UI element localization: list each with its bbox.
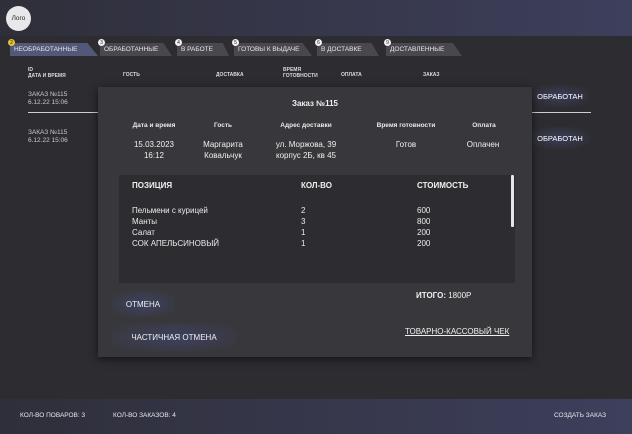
tab-unprocessed[interactable]: 2 НЕОБРАБОТАННЫЕ [8, 39, 98, 56]
column-header-guest: ГОСТЬ [123, 72, 140, 78]
cooks-count: КОЛ-ВО ПОВАРОВ: 3 [20, 412, 86, 419]
receipt-link[interactable]: ТОВАРНО-КАССОВЫЙ ЧЕК [405, 327, 509, 336]
modal-payment: Оплачен [466, 140, 500, 149]
tab-processed[interactable]: 3 ОБРАБОТАННЫЕ [98, 39, 172, 56]
table-row[interactable]: ЗАКАЗ №115 6.12.22 15:06 [28, 129, 68, 145]
processed-button[interactable]: ОБРАБОТАН [530, 85, 590, 107]
tab-label: ДОСТАВЛЕННЫЕ [390, 46, 445, 53]
tab-label: В РАБОТЕ [181, 46, 213, 53]
top-bar: Лого [0, 0, 632, 36]
create-order-button[interactable]: СОЗДАТЬ ЗАКАЗ [554, 412, 606, 419]
tab-label: ОБРАБОТАННЫЕ [104, 46, 159, 53]
modal-address: ул. Моржова, 39 корпус 2Б, кв 45 [275, 140, 337, 160]
order-datetime: 6.12.22 15:06 [28, 99, 68, 106]
tab-in-delivery[interactable]: 6 В ДОСТАВКЕ [315, 39, 379, 56]
list-item: Салат [132, 228, 155, 237]
items-header-position: ПОЗИЦИЯ [132, 181, 173, 190]
partial-cancel-button[interactable]: ЧАСТИЧНАЯ ОТМЕНА [112, 323, 236, 351]
column-header-datetime: ДАТА И ВРЕМЯ [28, 73, 66, 79]
tab-label: ГОТОВЫ К ВЫДАЧЕ [238, 46, 300, 53]
table-row[interactable]: ЗАКАЗ №115 6.12.22 15:06 [28, 91, 68, 107]
tab-count-badge: 5 [232, 39, 239, 46]
cancel-button[interactable]: ОТМЕНА [112, 291, 174, 317]
column-header-order: ЗАКАЗ [423, 72, 440, 78]
items-scrollbar[interactable] [511, 175, 514, 227]
logo[interactable]: Лого [6, 6, 31, 31]
modal-guest: Маргарита Ковальчук [203, 140, 243, 160]
order-id: ЗАКАЗ №115 [28, 91, 68, 98]
order-datetime: 6.12.22 15:06 [28, 137, 68, 144]
tab-count-badge: 4 [175, 39, 182, 46]
tab-label: В ДОСТАВКЕ [321, 46, 362, 53]
list-item: СОК АПЕЛЬСИНОВЫЙ [132, 239, 220, 248]
tab-count-badge: 3 [98, 39, 105, 46]
modal-header-payment: Оплата [472, 122, 496, 129]
total-label: ИТОГО: [416, 291, 446, 300]
tab-delivered[interactable]: 9 ДОСТАВЛЕННЫЕ [384, 39, 462, 56]
status-tabs: 2 НЕОБРАБОТАННЫЕ 3 ОБРАБОТАННЫЕ 4 В РАБО… [0, 39, 632, 56]
modal-datetime: 15.03.2023 16:12 [133, 140, 175, 160]
order-details-modal: Заказ №115 Дата и время Гость Адрес дост… [98, 87, 532, 357]
items-header-cost: СТОИМОСТЬ [417, 181, 469, 190]
row-divider [531, 112, 591, 113]
list-item: Пельмени с курицей [132, 206, 208, 215]
items-qty: 2 3 1 1 [301, 206, 306, 248]
tab-count-badge: 2 [8, 39, 15, 46]
tab-in-progress[interactable]: 4 В РАБОТЕ [175, 39, 229, 56]
modal-ready-time: Готов [395, 140, 417, 149]
modal-header-address: Адрес доставки [280, 122, 332, 129]
row-divider [28, 112, 100, 113]
bottom-bar: КОЛ-ВО ПОВАРОВ: 3 КОЛ-ВО ЗАКАЗОВ: 4 СОЗД… [0, 399, 632, 434]
column-header-ready-time: ВРЕМЯ ГОТОВНОСТИ [283, 67, 318, 79]
column-header-delivery: ДОСТАВКА [216, 72, 244, 78]
order-total: ИТОГО: 1800Р [416, 291, 471, 300]
order-id: ЗАКАЗ №115 [28, 129, 68, 136]
items-cost: 600 800 200 200 [417, 206, 431, 248]
column-header-payment: ОПЛАТА [341, 72, 362, 78]
items-names: Пельмени с курицей Манты Салат СОК АПЕЛЬ… [132, 205, 219, 249]
modal-header-guest: Гость [213, 122, 233, 129]
modal-header-ready-time: Время готовности [376, 122, 436, 129]
modal-header-datetime: Дата и время [132, 122, 176, 129]
list-item: Манты [132, 217, 158, 226]
tab-count-badge: 9 [384, 39, 391, 46]
processed-button[interactable]: ОБРАБОТАН [530, 127, 590, 149]
order-items-panel[interactable]: ПОЗИЦИЯ КОЛ-ВО СТОИМОСТЬ Пельмени с кури… [119, 175, 515, 283]
orders-count: КОЛ-ВО ЗАКАЗОВ: 4 [113, 412, 176, 419]
tab-ready[interactable]: 5 ГОТОВЫ К ВЫДАЧЕ [232, 39, 312, 56]
items-header-qty: КОЛ-ВО [301, 181, 332, 190]
tab-count-badge: 6 [315, 39, 322, 46]
modal-title: Заказ №115 [291, 99, 339, 108]
column-header-id: ID ДАТА И ВРЕМЯ [28, 67, 66, 79]
tab-label: НЕОБРАБОТАННЫЕ [14, 46, 78, 53]
total-value: 1800Р [448, 291, 472, 300]
